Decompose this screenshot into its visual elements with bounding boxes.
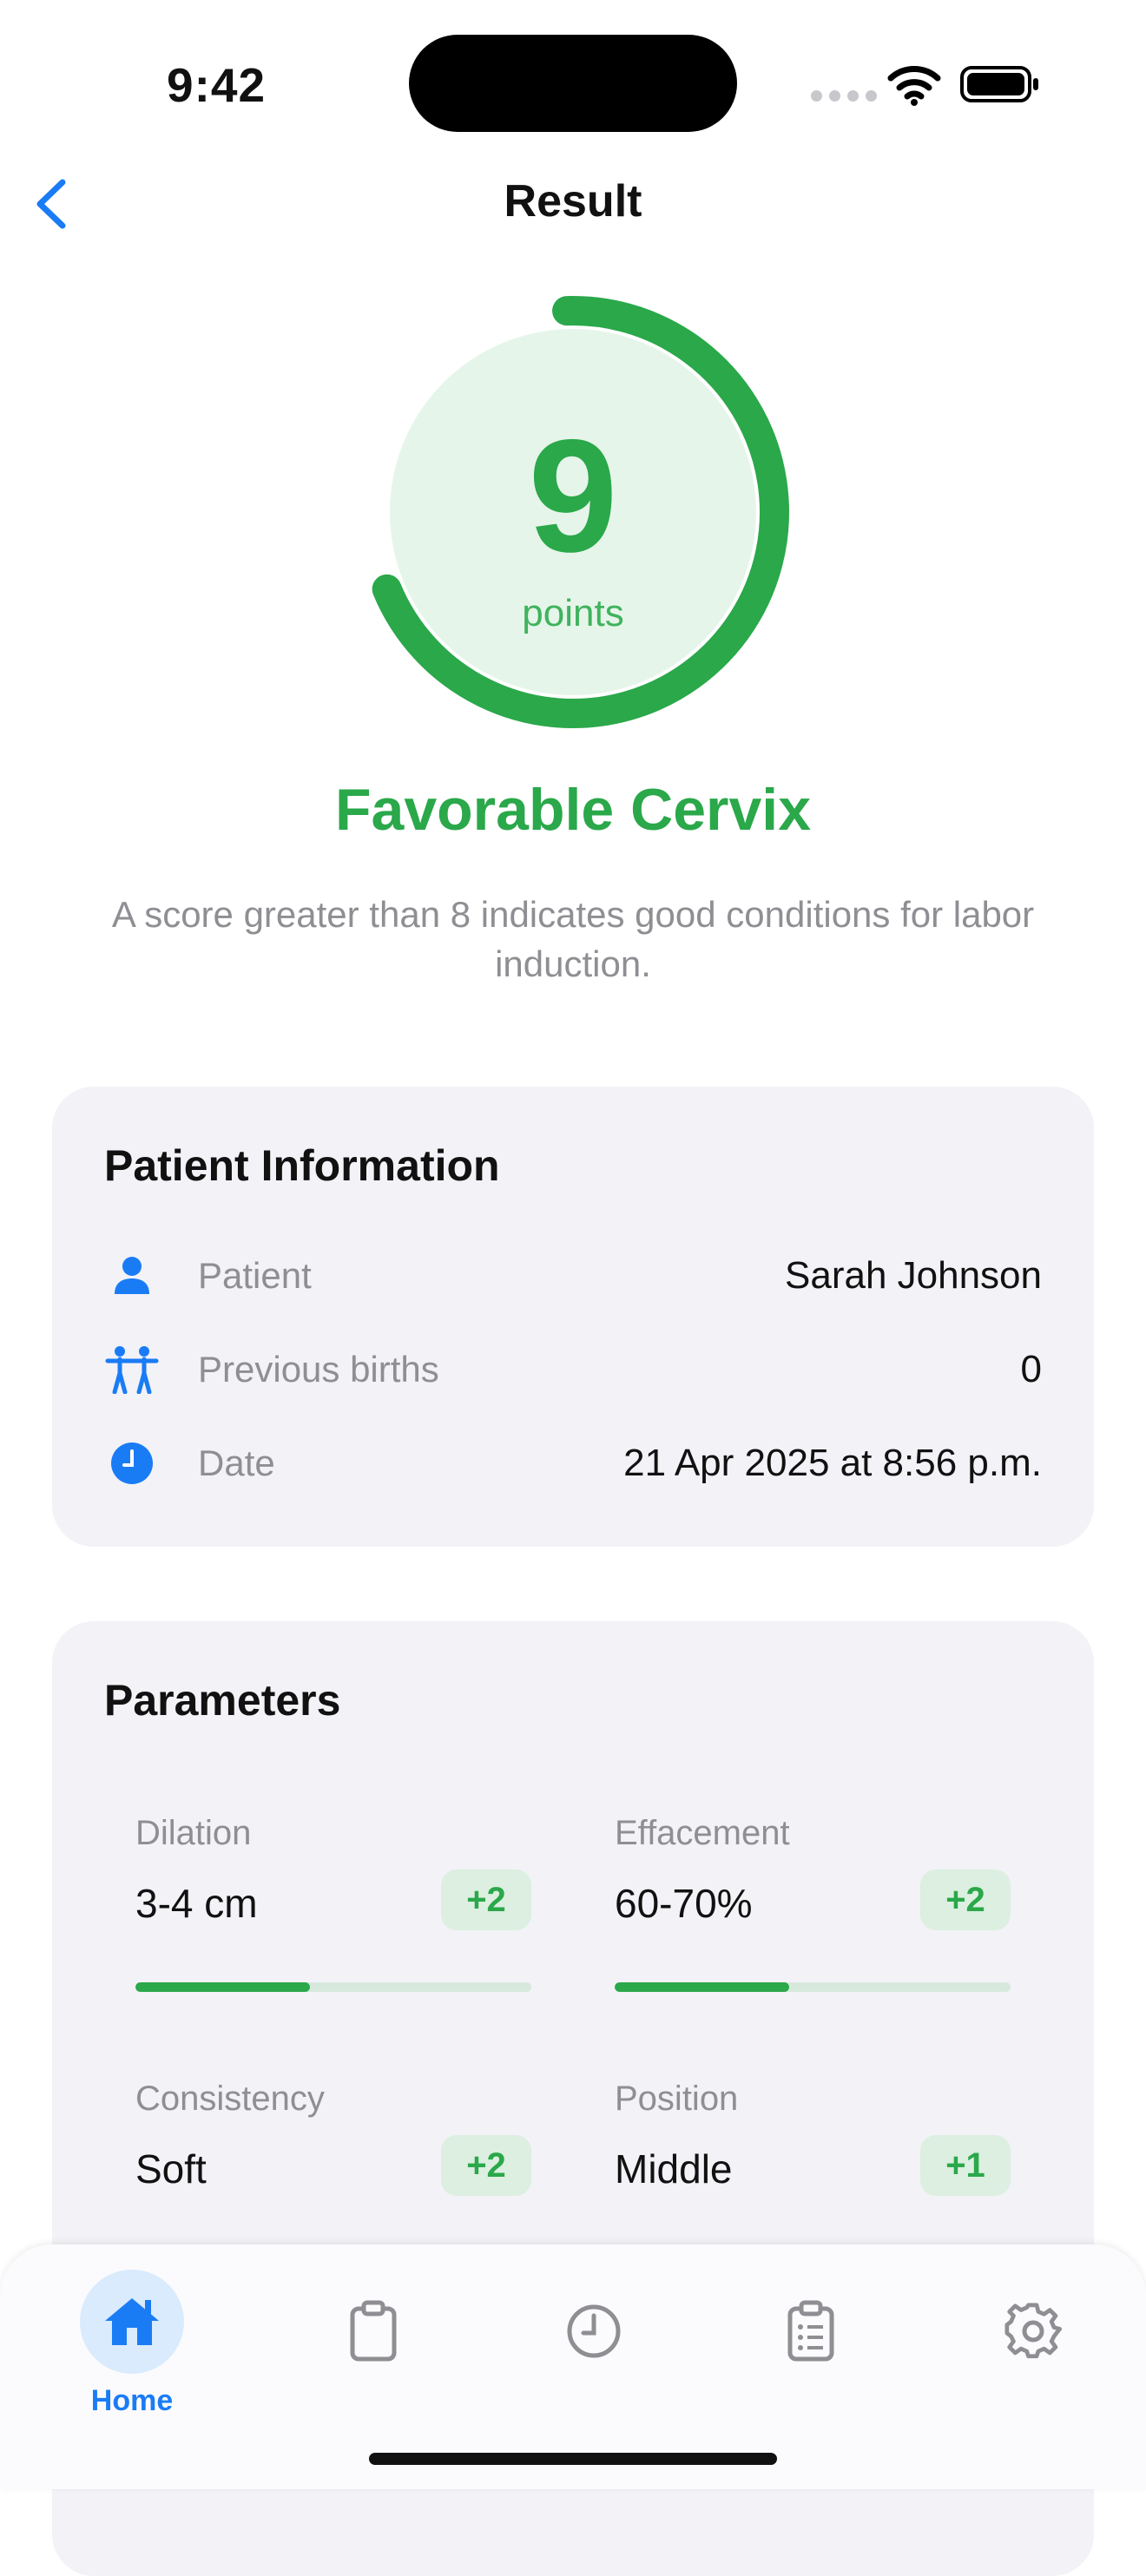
patient-row: Patient Sarah Johnson (104, 1250, 1042, 1302)
people-icon (104, 1342, 160, 1397)
param-label: Consistency (135, 2080, 325, 2118)
gear-icon (1004, 2303, 1062, 2359)
clock-icon (104, 1436, 160, 1491)
patient-info-card: Patient Information Patient Sarah Johnso… (52, 1087, 1094, 1547)
param-progress-fill (135, 1982, 310, 1992)
param-value: 60-70% (615, 1881, 753, 1926)
param-score-badge: +1 (920, 2135, 1011, 2196)
previous-births-value: 0 (1020, 1348, 1042, 1390)
signal-dots-icon (811, 90, 877, 102)
param-label: Dilation (135, 1814, 252, 1852)
patient-info-title: Patient Information (104, 1141, 500, 1190)
person-icon (104, 1248, 160, 1304)
house-icon (105, 2297, 159, 2345)
previous-births-label: Previous births (198, 1349, 439, 1390)
dynamic-island (409, 35, 737, 132)
param-label: Effacement (615, 1814, 790, 1852)
param-value: 3-4 cm (135, 1881, 258, 1926)
status-time: 9:42 (167, 58, 267, 112)
score-description: A score greater than 8 indicates good co… (111, 894, 1035, 984)
page-title: Result (504, 176, 642, 227)
wifi-icon (887, 66, 941, 106)
param-position: Position Middle +1 (615, 2080, 1011, 2257)
tab-clipboard[interactable] (286, 2244, 460, 2418)
param-value: Middle (615, 2146, 733, 2192)
checklist-icon (787, 2300, 834, 2362)
tab-settings[interactable] (946, 2244, 1120, 2418)
param-progress-track (615, 1982, 1011, 1992)
param-progress-track (135, 1982, 531, 1992)
tab-home[interactable]: Home (45, 2257, 219, 2430)
param-score-badge: +2 (441, 2135, 531, 2196)
param-effacement: Effacement 60-70% +2 (615, 1814, 1011, 1992)
param-label: Position (615, 2080, 739, 2118)
param-consistency: Consistency Soft +2 (135, 2080, 531, 2257)
date-row: Date 21 Apr 2025 at 8:56 p.m. (104, 1437, 1042, 1489)
home-tab-highlight (80, 2269, 184, 2374)
clipboard-icon (350, 2300, 397, 2362)
param-value: Soft (135, 2146, 207, 2192)
score-unit: points (522, 592, 624, 634)
patient-label: Patient (198, 1255, 312, 1296)
score-category: Favorable Cervix (334, 777, 812, 843)
date-label: Date (198, 1442, 275, 1483)
parameters-title: Parameters (104, 1676, 341, 1725)
clock-icon (567, 2304, 621, 2358)
date-value: 21 Apr 2025 at 8:56 p.m. (623, 1442, 1042, 1484)
param-dilation: Dilation 3-4 cm +2 (135, 1814, 531, 1992)
param-score-badge: +2 (441, 1870, 531, 1930)
tab-history[interactable] (507, 2244, 681, 2418)
tab-home-label: Home (90, 2383, 174, 2417)
tab-checklist[interactable] (724, 2244, 898, 2418)
home-indicator (369, 2453, 777, 2465)
patient-value: Sarah Johnson (785, 1254, 1042, 1297)
param-progress-fill (615, 1982, 789, 1992)
score-value: 9 (528, 407, 618, 586)
previous-births-row: Previous births 0 (104, 1344, 1042, 1396)
param-score-badge: +2 (920, 1870, 1011, 1930)
battery-icon (960, 66, 1038, 102)
